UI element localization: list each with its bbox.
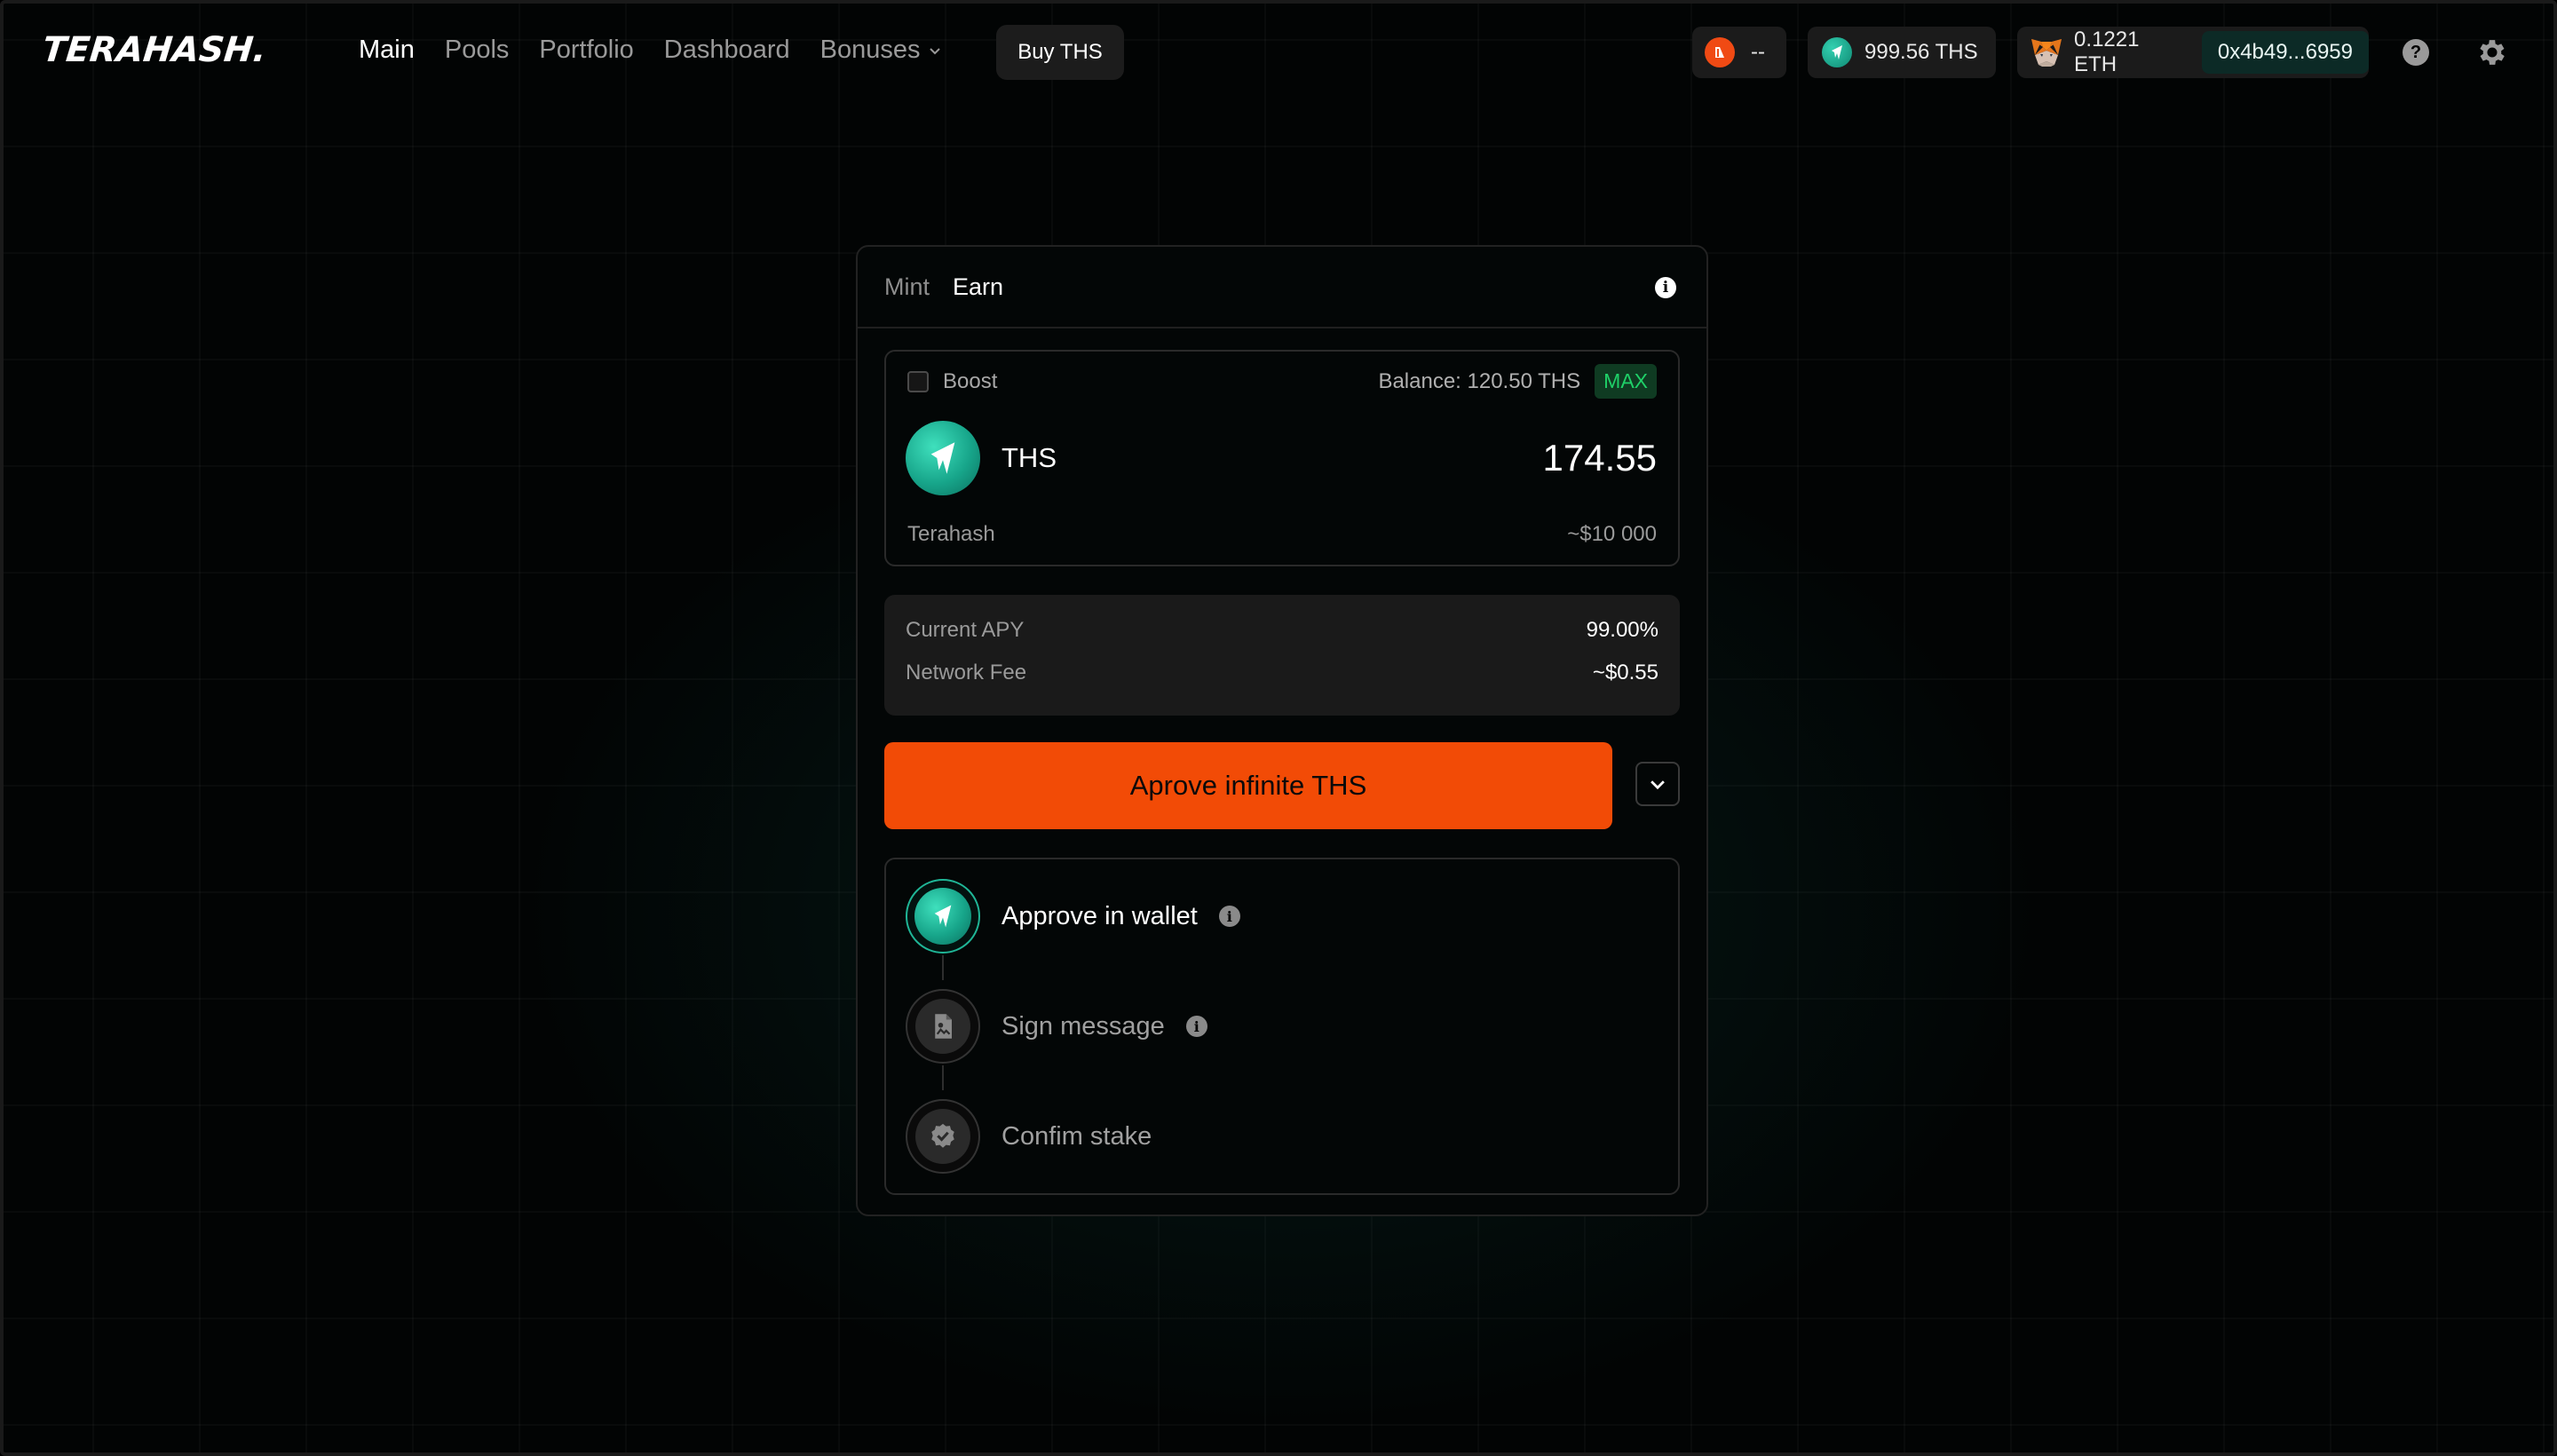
tab-earn[interactable]: Earn — [953, 273, 1003, 301]
token-symbol: THS — [1001, 442, 1057, 473]
points-value: -- — [1751, 40, 1765, 64]
info-icon[interactable]: i — [1185, 1016, 1207, 1037]
ths-balance: 999.56 THS — [1864, 40, 1978, 64]
check-badge-icon — [915, 1109, 970, 1164]
eth-balance: 0.1221 ETH — [2074, 28, 2140, 76]
question-icon[interactable]: ? — [2403, 39, 2429, 66]
nav-item-label: Dashboard — [663, 36, 790, 64]
points-pill[interactable]: -- — [1692, 27, 1786, 78]
step-label: Sign message — [1001, 1011, 1165, 1041]
wallet-pill[interactable]: 0.1221 ETH 0x4b49...6959 — [2017, 27, 2369, 78]
info-icon[interactable]: i — [1218, 906, 1240, 927]
nav-item-label: Bonuses — [819, 36, 921, 64]
boost-label: Boost — [943, 369, 998, 393]
app-window: TERAHASH. Main Pools Portfolio Dashboard… — [0, 0, 2557, 1456]
step-connector — [942, 955, 944, 980]
token-name: Terahash — [907, 522, 995, 546]
ths-logo-icon — [1822, 37, 1852, 67]
terahash-logo[interactable]: TERAHASH. — [41, 30, 269, 70]
info-row-apy: Current APY 99.00% — [906, 618, 1658, 643]
boost-checkbox[interactable] — [907, 371, 929, 392]
buy-ths-button[interactable]: Buy THS — [996, 25, 1124, 80]
info-value: 99.00% — [1586, 618, 1658, 642]
step-indicator — [906, 1099, 980, 1174]
step-connector — [942, 1065, 944, 1090]
info-row-fee: Network Fee ~$0.55 — [906, 661, 1658, 685]
info-icon[interactable]: i — [1655, 277, 1676, 298]
step-sign: Sign message i — [906, 989, 1207, 1064]
step-label: Confim stake — [1001, 1121, 1152, 1151]
nav-item-pools[interactable]: Pools — [445, 36, 510, 65]
step-indicator — [906, 989, 980, 1064]
document-sign-icon — [915, 999, 970, 1054]
gear-icon[interactable] — [2475, 36, 2509, 69]
info-label: Network Fee — [906, 661, 1027, 684]
top-navbar: TERAHASH. Main Pools Portfolio Dashboard… — [4, 4, 2553, 103]
wallet-address[interactable]: 0x4b49...6959 — [2201, 31, 2369, 74]
nav-item-portfolio[interactable]: Portfolio — [539, 36, 633, 65]
nav-item-bonuses[interactable]: Bonuses — [820, 36, 942, 65]
ths-balance-pill[interactable]: 999.56 THS — [1808, 27, 1996, 78]
approve-button[interactable]: Aprove infinite THS — [884, 742, 1612, 829]
usd-value: ~$10 000 — [1567, 522, 1657, 546]
step-approve: Approve in wallet i — [906, 879, 1240, 954]
ths-logo-icon — [906, 421, 980, 495]
nav-item-dashboard[interactable]: Dashboard — [664, 36, 790, 65]
nav-item-label: Portfolio — [539, 36, 634, 64]
expand-steps-button[interactable] — [1635, 762, 1680, 806]
token-selector[interactable]: THS — [906, 421, 1057, 495]
card-tabs: Mint Earn i — [858, 247, 1706, 328]
step-indicator — [906, 879, 980, 954]
nav-item-label: Main — [359, 36, 415, 64]
info-value: ~$0.55 — [1592, 661, 1658, 684]
nav-item-label: Pools — [444, 36, 510, 64]
step-label: Approve in wallet — [1001, 901, 1198, 930]
boost-toggle[interactable]: Boost — [907, 369, 997, 394]
chevron-down-icon — [929, 47, 940, 54]
metamask-fox-icon — [2030, 36, 2063, 68]
amount-input-panel: Boost Balance: 120.50 THS MAX THS 174.55… — [884, 350, 1680, 566]
balance-row: Balance: 120.50 THS MAX — [1378, 364, 1657, 399]
ths-logo-icon — [914, 888, 971, 945]
max-button[interactable]: MAX — [1595, 364, 1657, 399]
tab-mint[interactable]: Mint — [884, 273, 930, 301]
points-icon — [1705, 37, 1735, 67]
nav-item-main[interactable]: Main — [359, 36, 415, 65]
amount-input[interactable]: 174.55 — [1543, 437, 1657, 479]
stake-card: Mint Earn i Boost Balance: 120.50 THS MA… — [856, 245, 1708, 1216]
chevron-down-icon — [1651, 780, 1665, 790]
info-label: Current APY — [906, 618, 1025, 642]
main-nav: Main Pools Portfolio Dashboard Bonuses — [359, 36, 942, 65]
balance-text: Balance: 120.50 THS — [1378, 368, 1581, 393]
stake-steps: Approve in wallet i Sign message i Confi… — [884, 858, 1680, 1195]
step-confirm: Confim stake — [906, 1099, 1152, 1174]
stake-info-panel: Current APY 99.00% Network Fee ~$0.55 — [884, 595, 1680, 716]
